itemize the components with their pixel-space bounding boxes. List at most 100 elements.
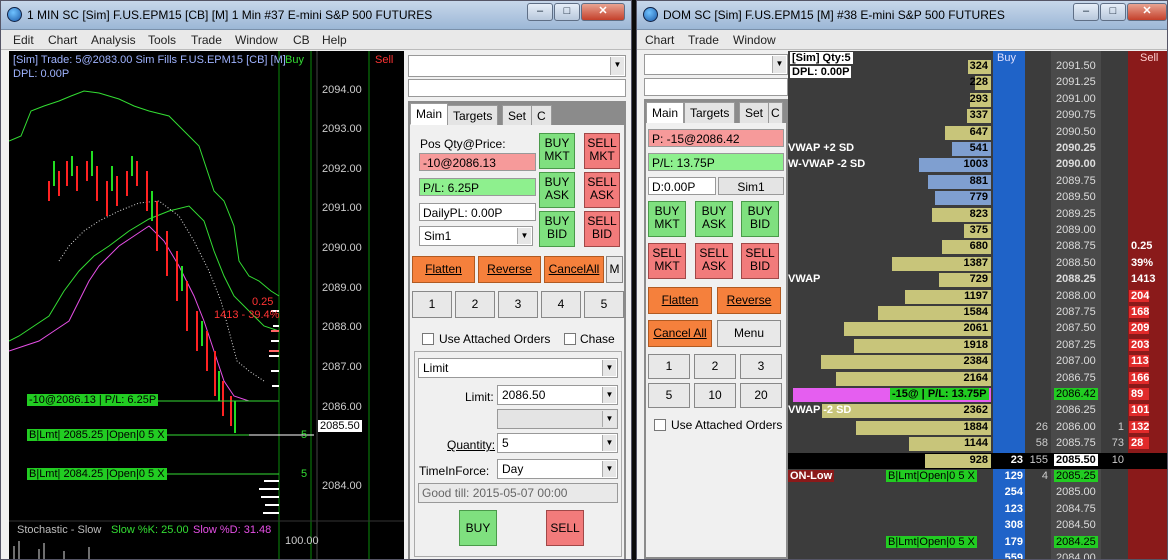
dom-sell-ask-button[interactable]: SELL ASK	[695, 243, 733, 279]
use-attached-checkbox[interactable]	[422, 333, 434, 345]
dom-row[interactable]: 123 2084.75	[788, 502, 1167, 519]
dom-sell-bid-button[interactable]: SELL BID	[741, 243, 779, 279]
dom-row[interactable]: ON-Low B|Lmt|Open|0 5 X 129 4 2085.25	[788, 469, 1167, 486]
dom-qty-button-1[interactable]: 1	[648, 354, 690, 379]
qty-button-4[interactable]: 4	[541, 291, 581, 318]
price-cell[interactable]: 2084.00	[1054, 552, 1098, 559]
tab-main[interactable]: Main	[646, 102, 685, 124]
dom-row[interactable]: 375 2089.00	[788, 223, 1167, 240]
sell-ask-button[interactable]: SELL ASK	[584, 172, 620, 208]
tab-set[interactable]: Set	[739, 102, 770, 124]
price-cell[interactable]: 2086.42	[1054, 388, 1098, 400]
sell-mkt-button[interactable]: SELL MKT	[584, 133, 620, 169]
menu-trade[interactable]: Trade	[688, 33, 719, 47]
dom-row[interactable]: 1584 2087.75 168	[788, 305, 1167, 322]
price-cell[interactable]: 2088.25	[1054, 273, 1098, 285]
price-cell[interactable]: 2090.00	[1054, 158, 1098, 170]
dom-row[interactable]: 1144 58 2085.75 73 28	[788, 436, 1167, 453]
tab-targets[interactable]: Targets	[447, 105, 499, 127]
limit-price-input[interactable]: 2086.50 ▼	[497, 385, 618, 405]
dom-row[interactable]: 2384 2087.00 113	[788, 354, 1167, 371]
price-cell[interactable]: 2086.00	[1054, 421, 1098, 433]
dom-buy-bid-button[interactable]: BUY BID	[741, 201, 779, 237]
price-cell[interactable]: 2091.50	[1054, 60, 1098, 72]
buy-ask-button[interactable]: BUY ASK	[539, 172, 575, 208]
price-cell[interactable]: 2089.00	[1054, 224, 1098, 236]
dom-row[interactable]: 324 2091.50	[788, 59, 1167, 76]
dom-row[interactable]: 337 2090.75	[788, 108, 1167, 125]
dom-row[interactable]: 823 2089.25	[788, 207, 1167, 224]
tab-c[interactable]: C	[531, 105, 552, 127]
price-cell[interactable]: 2084.50	[1054, 519, 1098, 531]
dom-row[interactable]: 2362 VWAP -2 SD 2086.25 101	[788, 403, 1167, 420]
qty-button-3[interactable]: 3	[498, 291, 538, 318]
price-cell[interactable]: 2087.50	[1054, 322, 1098, 334]
dom-row[interactable]: 1884 26 2086.00 1 132	[788, 420, 1167, 437]
menu-chart[interactable]: Chart	[645, 33, 674, 47]
price-cell[interactable]: 2085.75	[1054, 437, 1098, 449]
tab-c[interactable]: C	[768, 102, 783, 124]
price-chart[interactable]: [Sim] Trade: 5@2083.00 Sim Fills F.US.EP…	[9, 51, 404, 559]
dom-row[interactable]: 1003 W-VWAP -2 SD 2090.00	[788, 157, 1167, 174]
tif-dropdown[interactable]: Day ▼	[497, 459, 618, 479]
price-cell[interactable]: 2089.50	[1054, 191, 1098, 203]
flatten-button[interactable]: Flatten	[412, 256, 475, 283]
dom-row[interactable]: 1387 2088.50 39%	[788, 256, 1167, 273]
buy-bid-button[interactable]: BUY BID	[539, 211, 575, 247]
dom-qty-button-20[interactable]: 20	[740, 383, 782, 408]
reverse-button[interactable]: Reverse	[478, 256, 541, 283]
order-type-dropdown[interactable]: Limit ▼	[418, 358, 618, 378]
chart-window-titlebar[interactable]: 1 MIN SC [Sim] F.US.EPM15 [CB] [M] 1 Min…	[1, 1, 631, 30]
dom-use-attached-checkbox[interactable]	[654, 419, 666, 431]
price-cell[interactable]: 2085.50	[1054, 453, 1098, 466]
dom-row[interactable]: 729 VWAP 2088.25 1413	[788, 272, 1167, 289]
chase-checkbox[interactable]	[564, 333, 576, 345]
menu-window[interactable]: Window	[235, 33, 278, 47]
price-cell[interactable]: 2089.25	[1054, 208, 1098, 220]
price-cell[interactable]: 2087.75	[1054, 306, 1098, 318]
order-line-label[interactable]: B|Lmt| 2084.25 |Open|0 5 X	[27, 468, 167, 480]
price-cell[interactable]: 2086.25	[1054, 404, 1098, 416]
dom-row[interactable]: 228 2091.25	[788, 75, 1167, 92]
dom-symbol-dropdown[interactable]: ▼	[644, 54, 788, 75]
sell-button[interactable]: SELL	[546, 510, 584, 546]
dom-reverse-button[interactable]: Reverse	[717, 287, 781, 314]
menu-chart[interactable]: Chart	[48, 33, 77, 47]
dom-row[interactable]: 881 2089.75	[788, 174, 1167, 191]
price-cell[interactable]: 2085.00	[1054, 486, 1098, 498]
dom-ladder[interactable]: [Sim] Qty:5 DPL: 0.00P Buy Sell 324 2091.…	[788, 51, 1167, 559]
qty-button-2[interactable]: 2	[455, 291, 495, 318]
menu-cb[interactable]: CB	[293, 33, 310, 47]
buy-button[interactable]: BUY	[459, 510, 497, 546]
good-till-field[interactable]: Good till: 2015-05-07 00:00	[418, 483, 618, 503]
price-cell[interactable]: 2090.25	[1054, 142, 1098, 154]
secondary-price-input[interactable]: ▼	[497, 409, 618, 429]
buy-mkt-button[interactable]: BUY MKT	[539, 133, 575, 169]
price-cell[interactable]: 2087.25	[1054, 339, 1098, 351]
account-dropdown[interactable]: Sim1 ▼	[419, 226, 533, 246]
dom-row[interactable]: 2164 2086.75 166	[788, 371, 1167, 388]
dom-menu-button[interactable]: Menu	[717, 320, 781, 347]
dom-row[interactable]: 2773-15@ | P/L: 13.75P2086.4289	[788, 387, 1167, 404]
symbol-dropdown[interactable]: ▼	[408, 55, 626, 77]
position-line-label[interactable]: -10@2086.13 | P/L: 6.25P	[27, 394, 159, 406]
dom-cancel-all-button[interactable]: Cancel All	[648, 320, 712, 347]
menu-edit[interactable]: Edit	[13, 33, 34, 47]
price-cell[interactable]: 2084.75	[1054, 503, 1098, 515]
m-button[interactable]: M	[606, 256, 623, 283]
tab-set[interactable]: Set	[502, 105, 533, 127]
menu-tools[interactable]: Tools	[148, 33, 176, 47]
dom-qty-button-2[interactable]: 2	[694, 354, 736, 379]
cancel-all-button[interactable]: CancelAll	[544, 256, 604, 283]
dom-row[interactable]: 293 2091.00	[788, 92, 1167, 109]
qty-button-1[interactable]: 1	[412, 291, 452, 318]
menu-window[interactable]: Window	[733, 33, 776, 47]
order-line-label[interactable]: B|Lmt| 2085.25 |Open|0 5 X	[27, 429, 167, 441]
dom-flatten-button[interactable]: Flatten	[648, 287, 712, 314]
dom-buy-ask-button[interactable]: BUY ASK	[695, 201, 733, 237]
dom-row[interactable]: 1918 2087.25 203	[788, 338, 1167, 355]
price-cell[interactable]: 2088.00	[1054, 290, 1098, 302]
dom-row[interactable]: 2061 2087.50 209	[788, 321, 1167, 338]
menu-trade[interactable]: Trade	[191, 33, 222, 47]
dom-row[interactable]: 647 2090.50	[788, 125, 1167, 142]
